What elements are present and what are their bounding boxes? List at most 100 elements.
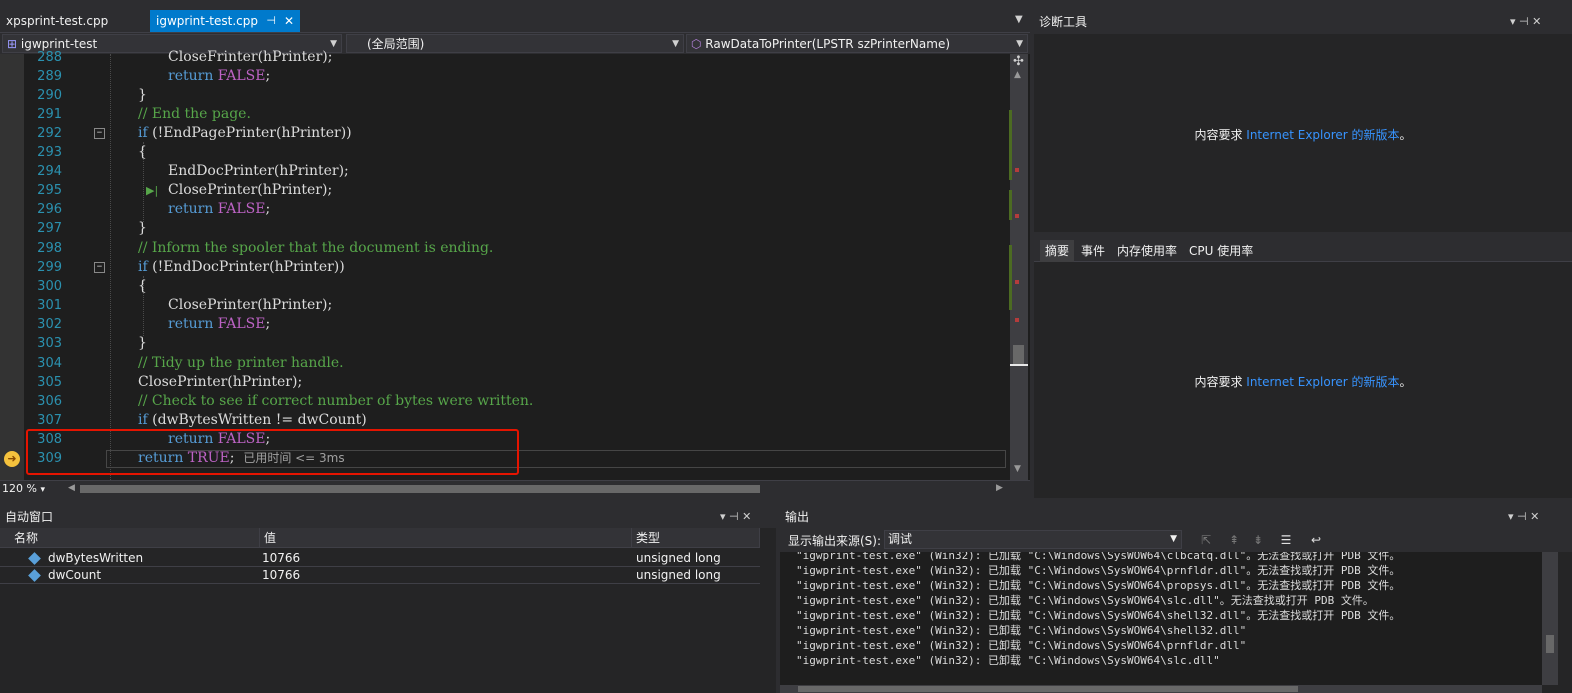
punct: ; [265, 201, 271, 217]
split-icon[interactable]: ✣ [1013, 54, 1024, 69]
change-marker [1009, 245, 1012, 310]
line-number: 301 [37, 298, 62, 313]
run-to-click-icon[interactable]: ▶| [146, 181, 158, 200]
macro: FALSE [217, 201, 266, 217]
output-source-dropdown[interactable]: 调试 ▼ [884, 530, 1182, 549]
horizontal-scroll-thumb[interactable] [80, 485, 760, 493]
collapse-icon[interactable]: − [94, 262, 105, 273]
tab-cpu-usage[interactable]: CPU 使用率 [1184, 240, 1258, 262]
code-text: { [138, 278, 147, 294]
code-comment: // End the page. [138, 106, 251, 122]
diagnostic-tools-title-bar: 诊断工具 [1034, 10, 1572, 34]
output-line: "igwprint-test.exe" (Win32): 已卸载 "C:\Win… [796, 654, 1220, 667]
next-message-icon[interactable]: ⇟ [1250, 532, 1266, 548]
code-text: return FALSE; [168, 67, 270, 86]
macro: FALSE [217, 68, 266, 84]
line-number: 307 [37, 413, 62, 428]
pane-window-buttons[interactable]: ▾ ⊣ ✕ [1510, 15, 1541, 28]
keyword: if [138, 259, 148, 275]
column-value[interactable]: 值 [260, 528, 632, 548]
prev-message-icon[interactable]: ⇞ [1226, 532, 1242, 548]
var-value[interactable]: 10766 [258, 550, 300, 567]
word-wrap-icon[interactable]: ↩ [1308, 532, 1324, 548]
code-line: 304 // Tidy up the printer handle. [0, 354, 1010, 373]
var-value[interactable]: 10766 [258, 567, 300, 584]
expression: (dwBytesWritten != dwCount) [147, 412, 367, 428]
pane-title: 输出 [785, 510, 810, 524]
code-text: CloseFrinter(hPrinter); [168, 49, 333, 65]
output-line: "igwprint-test.exe" (Win32): 已加载 "C:\Win… [796, 609, 1401, 622]
code-text: return FALSE; [168, 200, 270, 219]
code-line: 295 ▶| ClosePrinter(hPrinter); [0, 181, 1010, 200]
pane-window-buttons[interactable]: ▾ ⊣ ✕ [1508, 510, 1539, 523]
chevron-down-icon: ▼ [1170, 534, 1177, 544]
autos-title-bar: 自动窗口 [0, 506, 776, 528]
output-title-bar: 输出 [780, 506, 1572, 528]
table-row[interactable]: dwCount 10766 unsigned long [0, 567, 760, 584]
zoom-level[interactable]: 120 % ▾ [2, 482, 72, 496]
tab-igwprint-test[interactable]: igwprint-test.cpp ⊣ ✕ [150, 10, 300, 32]
change-marker [1009, 110, 1012, 180]
code-line: 293 { [0, 143, 1010, 162]
code-text: } [138, 87, 147, 103]
instruction-pointer-icon[interactable]: ➜ [4, 451, 20, 467]
message-text: 内容要求 [1194, 128, 1247, 142]
tab-summary[interactable]: 摘要 [1040, 240, 1075, 262]
keyword: if [138, 125, 148, 141]
code-line: 307 if (dwBytesWritten != dwCount) [0, 411, 1010, 430]
macro: FALSE [217, 316, 266, 332]
code-line: 296 return FALSE; [0, 200, 1010, 219]
line-number: 292 [37, 126, 62, 141]
scroll-up-icon[interactable]: ▲ [1014, 70, 1021, 80]
tab-events[interactable]: 事件 [1076, 240, 1110, 262]
clear-all-icon[interactable]: ☰ [1278, 532, 1294, 548]
code-line: 306 // Check to see if correct number of … [0, 392, 1010, 411]
error-marker [1015, 280, 1019, 284]
pane-window-buttons[interactable]: ▾ ⊣ ✕ [720, 510, 751, 523]
scroll-right-icon[interactable]: ▶ [996, 483, 1003, 493]
line-number: 303 [37, 336, 62, 351]
ie-link[interactable]: Internet Explorer 的新版本 [1246, 375, 1399, 389]
column-type[interactable]: 类型 [632, 528, 760, 548]
code-text: if (!EndPagePrinter(hPrinter)) [138, 124, 352, 143]
scroll-left-icon[interactable]: ◀ [68, 483, 75, 493]
code-text: EndDocPrinter(hPrinter); [168, 163, 349, 179]
output-line: "igwprint-test.exe" (Win32): 已卸载 "C:\Win… [796, 624, 1247, 637]
code-line: 298 // Inform the spooler that the docume… [0, 239, 1010, 258]
pin-icon[interactable]: ⊣ [266, 10, 276, 32]
chevron-down-icon[interactable]: ▼ [1015, 14, 1023, 25]
find-message-icon[interactable]: ⇱ [1198, 532, 1214, 548]
annotation-highlight-box [26, 429, 519, 475]
code-comment: // Inform the spooler that the document … [138, 240, 494, 256]
code-text: if (!EndDocPrinter(hPrinter)) [138, 258, 345, 277]
output-text-area[interactable]: "igwprint-test.exe" (Win32): 已加载 "C:\Win… [780, 552, 1542, 685]
diag-divider[interactable] [1034, 232, 1572, 240]
code-text: if (dwBytesWritten != dwCount) [138, 411, 367, 430]
code-line: 302 return FALSE; [0, 315, 1010, 334]
line-number: 295 [37, 183, 62, 198]
editor-scroll-thumb[interactable] [1013, 345, 1024, 365]
output-horizontal-thumb[interactable] [798, 686, 1298, 692]
code-line: 289 return FALSE; [0, 67, 1010, 86]
var-type: unsigned long [636, 568, 721, 582]
code-text: { [138, 144, 147, 160]
var-type: unsigned long [636, 551, 721, 565]
collapse-icon[interactable]: − [94, 128, 105, 139]
scroll-down-icon[interactable]: ▼ [1014, 464, 1021, 474]
var-name: dwCount [48, 568, 102, 582]
output-scroll-thumb[interactable] [1546, 635, 1554, 653]
error-marker [1015, 214, 1019, 218]
tab-memory-usage[interactable]: 内存使用率 [1112, 240, 1182, 262]
column-name[interactable]: 名称 [10, 528, 260, 548]
ie-link[interactable]: Internet Explorer 的新版本 [1246, 128, 1399, 142]
diag-tab-bar: 摘要 事件 内存使用率 CPU 使用率 [1034, 240, 1572, 262]
line-number: 300 [37, 279, 62, 294]
tab-xpsprint-test[interactable]: xpsprint-test.cpp [0, 10, 150, 32]
close-icon[interactable]: ✕ [284, 10, 294, 32]
editor-tab-bar: xpsprint-test.cpp igwprint-test.cpp ⊣ ✕ … [0, 10, 1030, 32]
editor-vertical-scrollbar[interactable]: ✣ ▲ ▼ [1010, 54, 1028, 480]
keyword: return [168, 201, 218, 217]
output-vertical-scrollbar[interactable] [1542, 552, 1558, 685]
code-text: ClosePrinter(hPrinter); [168, 297, 333, 313]
table-row[interactable]: dwBytesWritten 10766 unsigned long [0, 550, 760, 567]
